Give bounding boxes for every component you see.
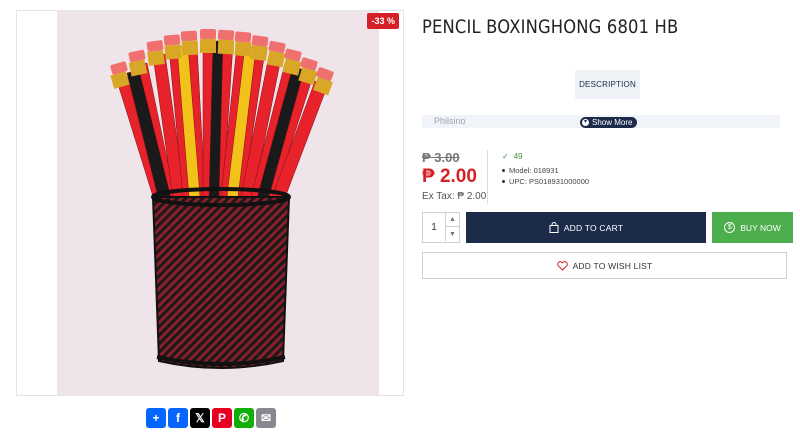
bullet-icon (502, 169, 505, 172)
share-buttons: + f 𝕏 P ✆ ✉ (146, 408, 276, 428)
product-image[interactable] (57, 11, 379, 395)
add-to-cart-label: ADD TO CART (563, 222, 624, 233)
add-to-wishlist-button[interactable]: ADD TO WISH LIST (422, 252, 787, 279)
check-icon: ✓ (502, 152, 509, 161)
product-title: PENCIL BOXINGHONG 6801 HB (422, 16, 679, 38)
discount-badge: -33 % (367, 13, 399, 29)
whatsapp-icon[interactable]: ✆ (234, 408, 254, 428)
chevron-up-icon[interactable]: ▲ (445, 213, 459, 227)
dollar-icon: $ (724, 222, 736, 233)
pencil-cup-illustration (110, 29, 334, 369)
old-price: ₱ 3.00 (422, 150, 460, 165)
model-line: Model: 018931 (502, 166, 559, 175)
buy-now-button[interactable]: $ BUY NOW (712, 212, 793, 243)
share-plus-icon[interactable]: + (146, 408, 166, 428)
quantity-input[interactable]: 1 (423, 213, 445, 242)
email-icon[interactable]: ✉ (256, 408, 276, 428)
product-image-panel: -33 % (16, 10, 404, 396)
stock-status: ✓ 49 (502, 152, 523, 161)
tab-description[interactable]: DESCRIPTION (575, 70, 640, 99)
pinterest-icon[interactable]: P (212, 408, 232, 428)
bullet-icon (502, 180, 505, 183)
upc-line: UPC: PS018931000000 (502, 177, 589, 186)
sale-price: ₱ 2.00 (422, 166, 477, 187)
stock-count: 49 (513, 152, 523, 161)
description-text: Philsino (434, 116, 466, 126)
facebook-icon[interactable]: f (168, 408, 188, 428)
chevron-down-icon[interactable]: ▼ (445, 227, 459, 241)
model-text: Model: 018931 (509, 166, 559, 175)
heart-icon (556, 260, 568, 271)
wishlist-label: ADD TO WISH LIST (572, 260, 653, 271)
buy-now-label: BUY NOW (740, 222, 781, 233)
divider (487, 150, 488, 204)
upc-text: UPC: PS018931000000 (509, 177, 590, 186)
show-more-label: Show More (592, 118, 633, 127)
chevron-down-icon: ▾ (582, 119, 589, 126)
product-page: -33 % + f 𝕏 P ✆ ✉ PENCIL BOXINGHONG 6801… (0, 0, 800, 436)
bag-icon (549, 222, 559, 233)
add-to-cart-button[interactable]: ADD TO CART (466, 212, 706, 243)
ex-tax-price: Ex Tax: ₱ 2.00 (422, 191, 487, 202)
x-icon[interactable]: 𝕏 (190, 408, 210, 428)
quantity-stepper: 1 ▲ ▼ (422, 212, 460, 243)
show-more-button[interactable]: ▾ Show More (580, 117, 638, 128)
